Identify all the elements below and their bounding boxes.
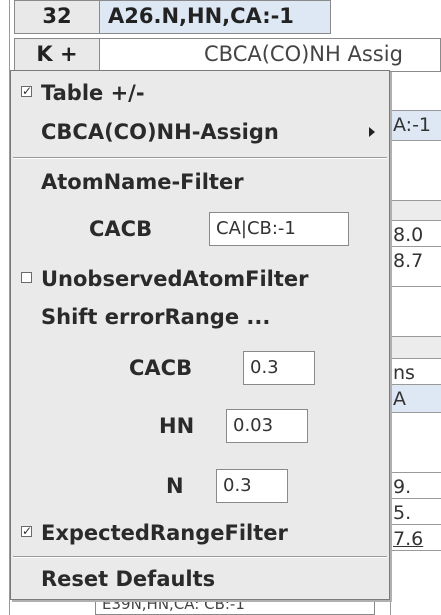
menu-item-unobserved-filter[interactable]: UnobservedAtomFilter [11, 264, 389, 294]
table-key-cell[interactable]: K + [14, 38, 100, 72]
table-edge-cell: 5. [390, 498, 441, 524]
menu-item-label: Reset Defaults [41, 567, 216, 591]
menu-heading-error-range: Shift errorRange ... [11, 302, 389, 332]
error-cacb-label: CACB [129, 356, 193, 380]
menu-heading-atomname-filter: AtomName-Filter [11, 167, 389, 197]
table-edge-cell: A:-1 [390, 110, 441, 140]
menu-separator [13, 157, 387, 159]
menu-item-label: CBCA(CO)NH-Assign [41, 120, 279, 144]
atom-filter-input[interactable]: CA|CB:-1 [209, 212, 349, 246]
error-n-input[interactable]: 0.3 [216, 469, 288, 503]
error-cacb-input[interactable]: 0.3 [243, 351, 315, 385]
menu-heading-label: AtomName-Filter [41, 170, 244, 194]
atom-filter-label: CACB [89, 217, 153, 241]
table-edge-cell: 8.7 [390, 246, 441, 286]
submenu-arrow-icon [369, 127, 375, 137]
table-row-index[interactable]: 32 [14, 0, 100, 34]
menu-heading-label: Shift errorRange ... [41, 305, 271, 329]
menu-item-expected-range-filter[interactable]: ✓ ExpectedRangeFilter [11, 518, 389, 548]
table-edge-cell: ns [390, 358, 441, 384]
context-menu: ✓ Table +/- CBCA(CO)NH-Assign AtomName-F… [10, 70, 390, 600]
checkbox-unchecked-icon [21, 272, 32, 283]
error-hn-input[interactable]: 0.03 [226, 409, 308, 443]
menu-item-table-toggle[interactable]: ✓ Table +/- [11, 78, 389, 108]
table-left-gutter [0, 0, 10, 615]
table-edge-cell: 8.0 [390, 220, 441, 246]
table-row-assignment[interactable]: A26.N,HN,CA:-1 [99, 0, 331, 34]
menu-item-label: ExpectedRangeFilter [41, 521, 288, 545]
table-edge-cell: 7.6 [390, 524, 441, 550]
error-hn-label: HN [159, 414, 195, 438]
error-n-label: N [166, 474, 184, 498]
menu-separator [13, 556, 387, 558]
menu-item-label: Table +/- [41, 81, 145, 105]
table-edge-cell: 9. [390, 472, 441, 498]
menu-item-submenu-assign[interactable]: CBCA(CO)NH-Assign [11, 117, 389, 147]
table-edge-cell [390, 200, 441, 220]
table-edge-cell [390, 140, 441, 200]
checkbox-checked-icon: ✓ [21, 84, 33, 98]
menu-item-reset-defaults[interactable]: Reset Defaults [11, 564, 389, 594]
table-edge-cell [390, 286, 441, 336]
table-edge-cell [390, 550, 441, 615]
table-edge-cell: A [390, 384, 441, 412]
checkbox-checked-icon: ✓ [21, 524, 33, 538]
table-header-cell[interactable]: CBCA(CO)NH Assig [99, 38, 441, 72]
table-edge-cell [390, 412, 441, 472]
menu-item-label: UnobservedAtomFilter [41, 267, 309, 291]
table-edge-cell [390, 336, 441, 358]
